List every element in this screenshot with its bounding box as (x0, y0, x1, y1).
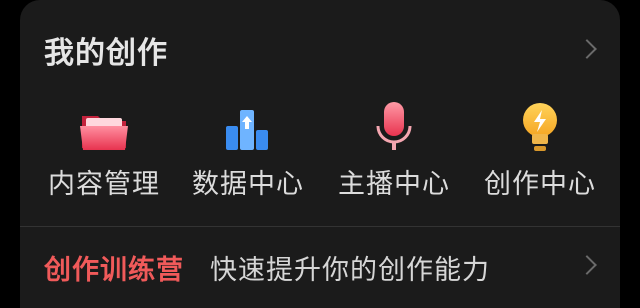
tool-data-center[interactable]: 数据中心 (178, 100, 318, 210)
tool-label: 创作中心 (484, 169, 596, 200)
tool-label: 主播中心 (338, 169, 450, 200)
banner-title: 创作训练营 (44, 255, 184, 286)
chevron-right-icon[interactable] (577, 39, 597, 59)
tool-creator-center[interactable]: 创作中心 (470, 100, 610, 210)
banner-subtitle: 快速提升你的创作能力 (210, 255, 490, 286)
lightbulb-icon (523, 103, 557, 151)
tool-grid: 内容管理 数据中心 主播中心 创作中心 (20, 100, 620, 210)
tool-content-management[interactable]: 内容管理 (34, 100, 174, 210)
tool-label: 数据中心 (192, 169, 304, 200)
tool-anchor-center[interactable]: 主播中心 (324, 100, 464, 210)
tool-label: 内容管理 (48, 169, 160, 200)
my-creation-card: 我的创作 内容管理 数据中心 主播中心 创作中心 创作训练营 快速提升你的创作能… (20, 0, 620, 308)
data-chart-icon (226, 110, 268, 150)
training-camp-banner[interactable]: 创作训练营 快速提升你的创作能力 (44, 246, 604, 286)
divider (20, 226, 620, 227)
section-title: 我的创作 (44, 36, 168, 71)
microphone-icon (376, 102, 412, 150)
folder-icon (80, 116, 128, 150)
section-header[interactable]: 我的创作 (44, 28, 604, 71)
chevron-right-icon[interactable] (577, 255, 597, 275)
